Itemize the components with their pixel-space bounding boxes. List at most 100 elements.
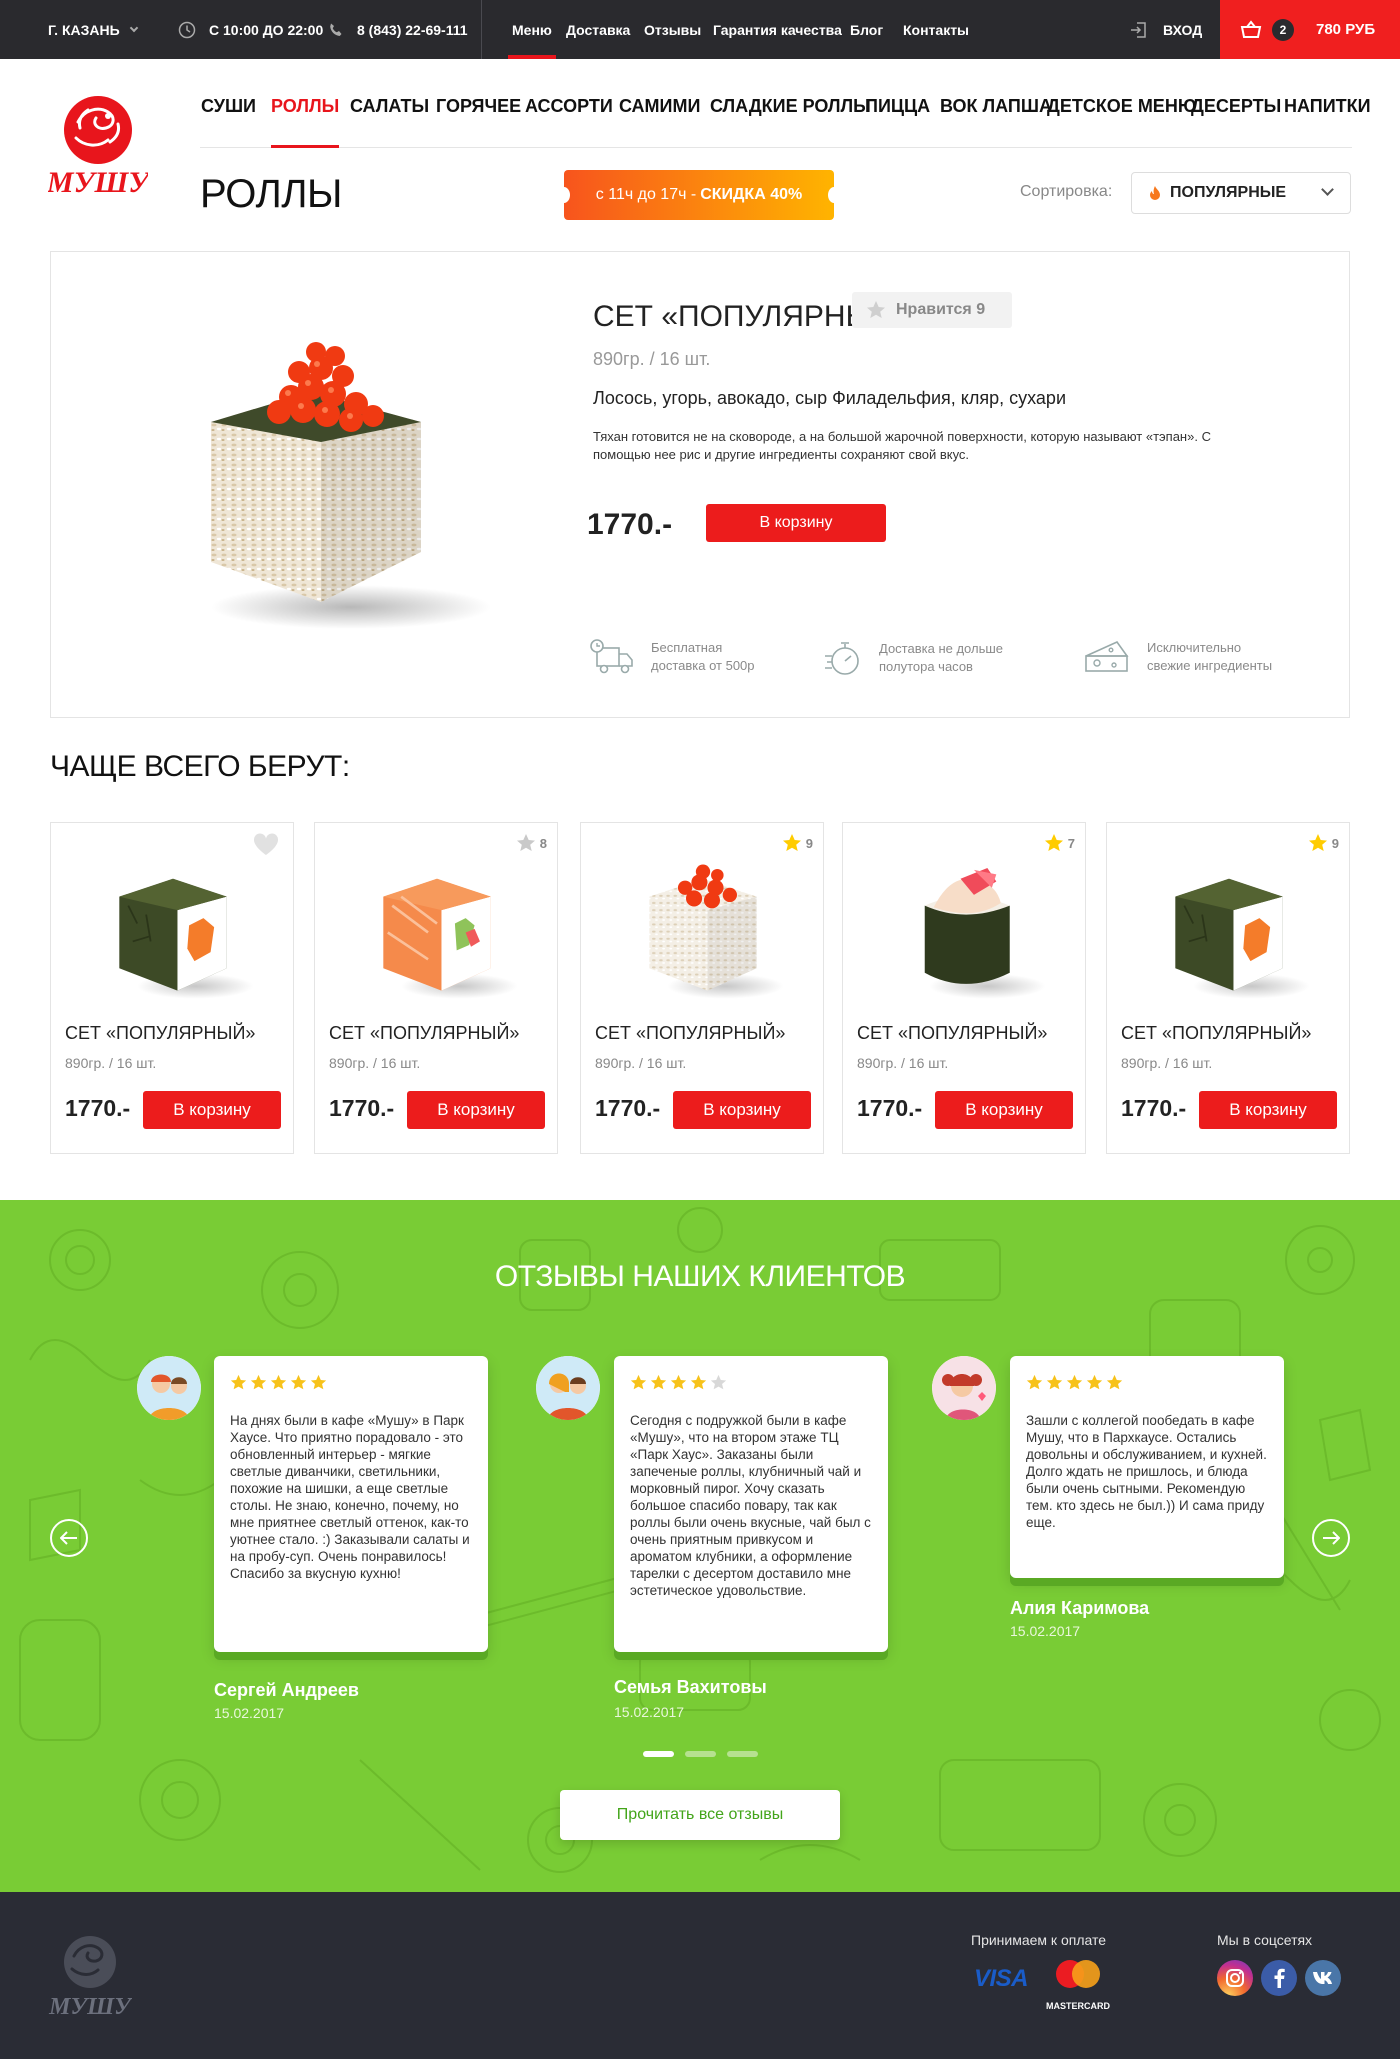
stopwatch-icon [825,642,859,675]
star-filled-icon [1086,1374,1103,1396]
facebook-icon[interactable] [1261,1960,1297,1996]
vk-icon[interactable] [1305,1960,1341,1996]
card-product-name: СЕТ «ПОПУЛЯРНЫЙ» [595,1023,786,1043]
like-button[interactable]: Нравится 9 [852,292,1012,328]
sort-dropdown[interactable]: Популярные [1131,172,1351,214]
card-add-to-cart-button[interactable]: В корзину [1199,1091,1337,1129]
star-filled-icon [270,1374,287,1396]
category-drinks[interactable]: Напитки [1284,96,1371,148]
star-filled-icon [670,1374,687,1396]
cheese-icon [1085,641,1129,672]
payment-label: Принимаем к оплате [971,1932,1107,1948]
category-wok[interactable]: Вок лапша [940,96,1052,148]
category-assorti[interactable]: Ассорти [525,96,613,148]
star-filled-icon [1106,1374,1123,1396]
arrow-right-icon [1323,1531,1340,1545]
review-card: На днях были в кафе «Мушу» в Парк Хаусе.… [214,1356,488,1652]
cart-button[interactable]: 2 780 РУБ [1220,0,1400,59]
review-date: 15.02.2017 [614,1704,685,1720]
visa-logo: VISA [971,1964,1031,1994]
login-link[interactable]: Вход [1130,0,1202,59]
reviewer-name: Алия Каримова [1010,1598,1150,1618]
star-filled-icon [1026,1374,1043,1396]
card-add-to-cart-button[interactable]: В корзину [673,1091,811,1129]
nav-quality[interactable]: Гарантия качества [713,0,842,59]
city-selector[interactable]: Г. Казань [48,0,138,59]
card-rating-badge[interactable]: 9 [1308,833,1339,853]
footer-logo[interactable]: МУШУ [48,1932,133,2027]
flame-icon [1150,186,1160,200]
category-samimi[interactable]: Самими [619,96,700,148]
card-add-to-cart-button[interactable]: В корзину [143,1091,281,1129]
card-add-to-cart-button[interactable]: В корзину [935,1091,1073,1129]
phone-text: 8 (843) 22-69-111 [357,21,468,38]
star-filled-icon [1066,1374,1083,1396]
reviews-next-button[interactable] [1312,1519,1350,1557]
card-rating-badge[interactable]: 8 [516,833,547,853]
star-filled-icon [290,1374,307,1396]
feature-2-line1: Доставка не дольше [879,641,1004,656]
discount-promo-banner[interactable]: с 11ч до 17ч - СКИДКА 40% [558,170,840,220]
card-rating-count: 9 [1331,835,1339,851]
pagination-dot-1[interactable] [643,1751,674,1757]
popular-section-title: ЧАЩЕ ВСЕГО БЕРУТ: [50,750,350,783]
pagination-dot-3[interactable] [727,1751,758,1757]
feature-fresh-ingredients: Исключительно свежие ингредиенты [1083,638,1272,676]
cart-count: 2 [1272,18,1294,41]
reviews-prev-button[interactable] [50,1519,88,1557]
card-rating-badge[interactable]: 7 [1044,833,1075,853]
category-desserts[interactable]: Десерты [1191,96,1281,148]
product-card[interactable]: СЕТ «ПОПУЛЯРНЫЙ» 890гр. / 16 шт. 1770.- … [50,822,294,1154]
review-text: На днях были в кафе «Мушу» в Парк Хаусе.… [230,1413,470,1581]
site-logo[interactable]: МУШУ [46,92,152,202]
card-add-to-cart-button[interactable]: В корзину [407,1091,545,1129]
roll-caviar-image [211,342,491,629]
star-icon [867,301,885,318]
pagination-dot-2[interactable] [685,1751,716,1757]
card-rating-badge[interactable] [253,833,283,857]
nav-blog[interactable]: Блог [850,0,883,59]
instagram-icon[interactable] [1217,1960,1253,1996]
card-product-weight: 890гр. / 16 шт. [329,1055,421,1071]
add-to-cart-button[interactable]: В корзину [706,504,886,542]
product-card[interactable]: 8 СЕТ «ПОПУЛЯРНЫЙ» 890гр. / 16 шт. 1770.… [314,822,558,1154]
card-product-price: 1770.- [1121,1095,1187,1121]
card-product-name: СЕТ «ПОПУЛЯРНЫЙ» [857,1023,1048,1043]
card-product-weight: 890гр. / 16 шт. [857,1055,949,1071]
feature-fast-delivery: Доставка не дольше полутора часов [823,638,1003,678]
likes-count: Нравится 9 [896,301,986,318]
sort-label: Сортировка: [1020,183,1113,200]
category-hot[interactable]: Горячее [436,96,521,148]
card-product-name: СЕТ «ПОПУЛЯРНЫЙ» [1121,1023,1312,1043]
sort-value: Популярные [1170,184,1287,201]
nav-reviews[interactable]: Отзывы [644,0,701,59]
category-salads[interactable]: Салаты [350,96,429,148]
nav-contacts[interactable]: Контакты [903,0,969,59]
review-text: Зашли с коллегой пообедать в кафе Мушу, … [1026,1413,1267,1530]
star-empty-icon [710,1374,727,1396]
footer: МУШУ Принимаем к оплате VISA MASTERCARD … [0,1892,1400,2059]
category-sushi[interactable]: Суши [201,96,256,148]
mastercard-circles-icon [1056,1960,1100,1988]
rating-stars [230,1374,472,1396]
card-product-price: 1770.- [65,1095,131,1121]
roll-image [649,864,784,999]
product-card[interactable]: 9 СЕТ «ПОПУЛЯРНЫЙ» 890гр. / 16 шт. 1770.… [1106,822,1350,1154]
mastercard-text: MASTERCARD [1046,2001,1110,2011]
card-rating-badge[interactable]: 9 [782,833,813,853]
nav-menu[interactable]: Меню [508,0,556,59]
read-all-reviews-button[interactable]: Прочитать все отзывы [560,1790,840,1840]
card-product-name: СЕТ «ПОПУЛЯРНЫЙ» [329,1023,520,1043]
category-rolls[interactable]: Роллы [271,96,340,148]
product-card[interactable]: 9 СЕТ «ПОПУЛЯРНЫЙ» 890гр. / 16 шт. 1770.… [580,822,824,1154]
category-sweet-rolls[interactable]: Сладкие роллы [710,96,871,148]
product-card[interactable]: 7 СЕТ «ПОПУЛЯРНЫЙ» 890гр. / 16 шт. 1770.… [842,822,1086,1154]
nav-delivery[interactable]: Доставка [566,0,630,59]
category-kids[interactable]: Детское меню [1047,96,1196,148]
category-pizza[interactable]: Пицца [865,96,930,148]
working-hours: С 10:00 ДО 22:00 [178,0,323,59]
feature-1-line2: доставка от 500р [651,658,755,673]
phone-number[interactable]: 8 (843) 22-69-111 [328,0,468,59]
reviewer-avatar [536,1356,600,1420]
reviews-title: ОТЗЫВЫ НАШИХ КЛИЕНТОВ [494,1260,906,1293]
